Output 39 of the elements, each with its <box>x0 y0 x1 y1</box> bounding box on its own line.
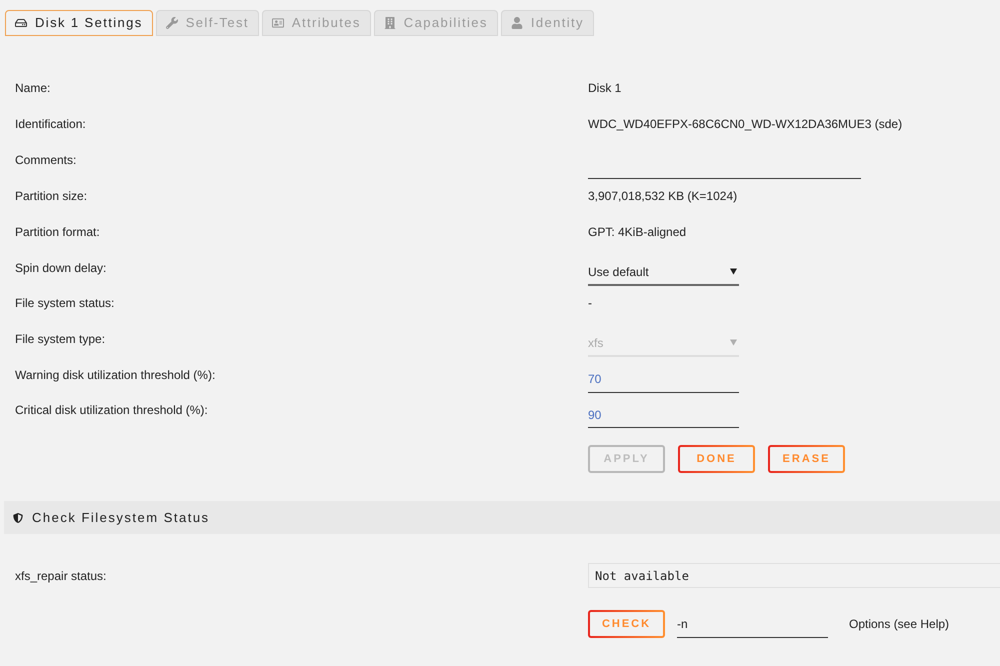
field-value: - <box>588 295 592 312</box>
field-value: Disk 1 <box>588 80 622 97</box>
field-label: Critical disk utilization threshold (%): <box>15 402 209 420</box>
field-label: xfs_repair status: <box>15 568 108 585</box>
field-value: WDC_WD40EFPX-68C6CN0_WD-WX12DA36MUE3 (sde) <box>588 116 902 133</box>
field-label: File system type: <box>15 330 106 348</box>
field-label: Identification: <box>15 116 87 133</box>
caret-down-icon <box>730 268 737 276</box>
threshold-input-field[interactable]: 90 <box>588 402 739 428</box>
field-label: Partition size: <box>15 188 88 206</box>
dropdown-select[interactable]: Use default <box>588 260 739 286</box>
hard-drive-icon <box>15 17 27 29</box>
shield-icon <box>13 512 23 524</box>
field-label: Spin down delay: <box>15 260 108 277</box>
tab[interactable]: Identity <box>500 10 594 36</box>
field-label: Comments: <box>15 152 78 169</box>
id-card-icon <box>272 17 284 29</box>
options-hint: Options (see Help) <box>849 616 950 634</box>
building-icon <box>384 17 396 29</box>
tab[interactable]: Attributes <box>262 10 371 36</box>
options-input-field[interactable]: -n <box>677 610 828 638</box>
field-label: File system status: <box>15 295 116 312</box>
field-value: 3,907,018,532 KB (K=1024) <box>588 188 738 206</box>
user-icon <box>510 17 523 29</box>
tab[interactable]: Self-Test <box>156 10 259 36</box>
status-output-field: Not available <box>588 563 1000 588</box>
action-button[interactable]: DONE <box>678 445 755 474</box>
action-button[interactable]: ERASE <box>768 445 845 474</box>
check-button[interactable]: CHECK <box>588 610 665 638</box>
section-title: Check Filesystem Status <box>32 508 210 527</box>
field-label: Partition format: <box>15 224 101 241</box>
tab[interactable]: Disk 1 Settings <box>5 10 153 36</box>
tab[interactable]: Capabilities <box>374 10 498 36</box>
threshold-input-field[interactable]: 70 <box>588 366 739 393</box>
field-label: Name: <box>15 80 52 97</box>
field-label: Warning disk utilization threshold (%): <box>15 366 216 384</box>
field-value: GPT: 4KiB-aligned <box>588 224 686 241</box>
caret-down-icon <box>730 339 737 346</box>
wrench-icon <box>166 17 178 29</box>
